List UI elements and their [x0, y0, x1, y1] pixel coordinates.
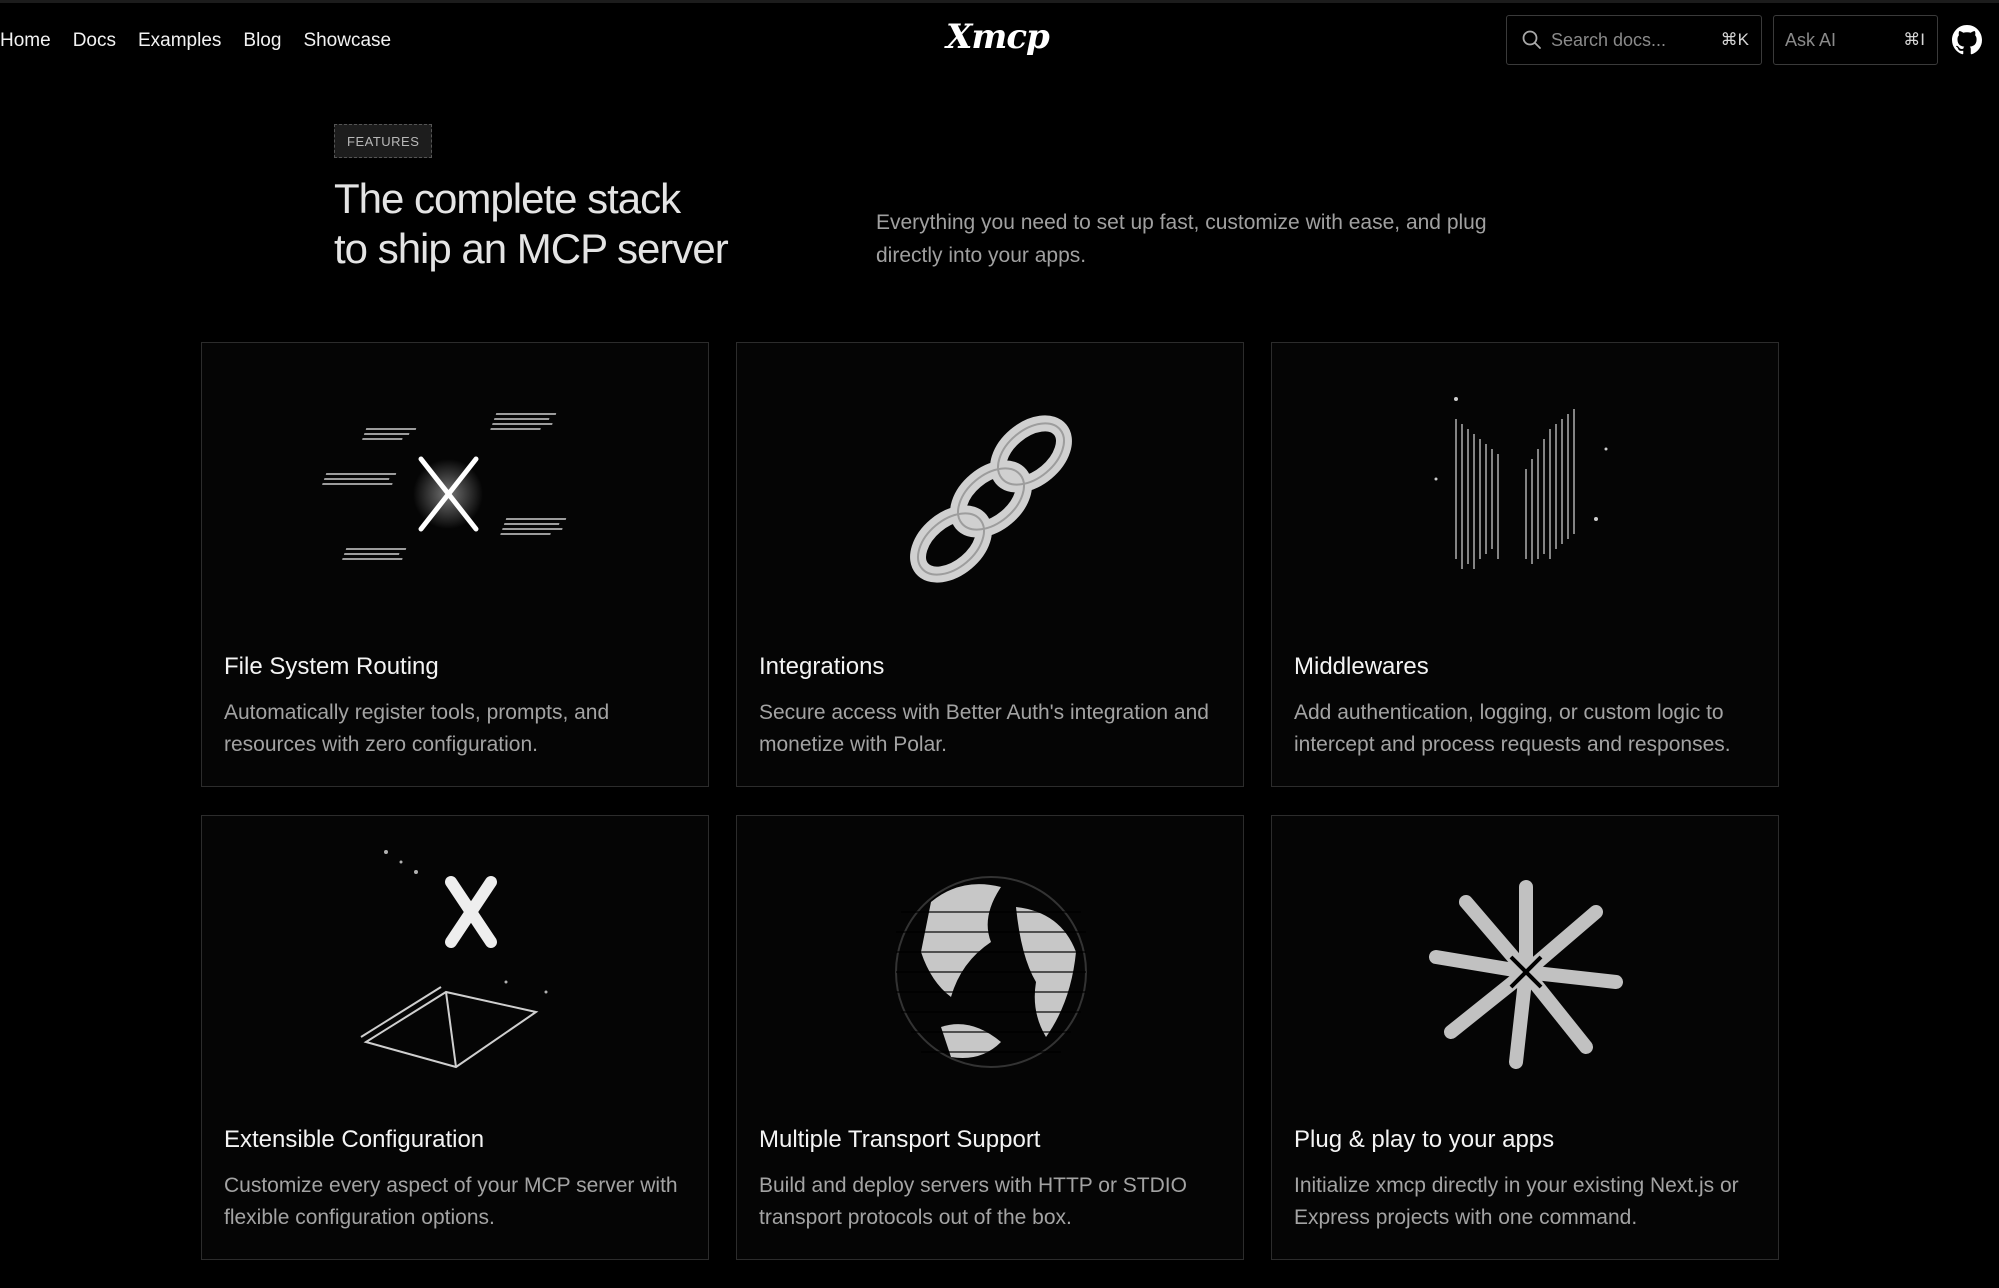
- github-icon[interactable]: [1952, 25, 1982, 55]
- chain-link-art: [910, 415, 1072, 583]
- nav-link-showcase[interactable]: Showcase: [303, 27, 391, 55]
- search-icon: [1522, 30, 1541, 49]
- feature-title: Integrations: [759, 653, 885, 680]
- starburst-art: [1429, 880, 1623, 1069]
- feature-card-multiple-transport-support[interactable]: Multiple Transport Support Build and dep…: [736, 815, 1244, 1260]
- ask-ai-shortcut: ⌘I: [1903, 30, 1925, 49]
- ask-ai-button[interactable]: Ask AI ⌘I: [1773, 15, 1938, 65]
- feature-description: Secure access with Better Auth's integra…: [759, 701, 1209, 756]
- ask-ai-label: Ask AI: [1785, 29, 1837, 50]
- feature-description: Add authentication, logging, or custom l…: [1294, 701, 1731, 756]
- feature-card-file-system-routing[interactable]: File System Routing Automatically regist…: [201, 342, 709, 787]
- nav-link-home[interactable]: Home: [0, 27, 51, 55]
- file-routing-art: [322, 413, 567, 560]
- site-logo[interactable]: Xmcp: [946, 17, 1050, 57]
- feature-title: File System Routing: [224, 653, 439, 680]
- nav-link-examples[interactable]: Examples: [138, 27, 221, 55]
- feature-title: Multiple Transport Support: [759, 1126, 1041, 1153]
- config-book-art: [360, 850, 548, 1069]
- features-badge: FEATURES: [334, 124, 433, 158]
- feature-card-integrations[interactable]: Integrations Secure access with Better A…: [736, 342, 1244, 787]
- top-navigation: Home Docs Examples Blog Showcase Xmcp Se…: [0, 0, 1999, 76]
- feature-description: Customize every aspect of your MCP serve…: [224, 1174, 678, 1229]
- nav-link-blog[interactable]: Blog: [243, 27, 281, 55]
- main-nav: Home Docs Examples Blog Showcase: [0, 27, 391, 55]
- feature-card-plug-and-play[interactable]: Plug & play to your apps Initialize xmcp…: [1271, 815, 1779, 1260]
- layers-art: [1434, 397, 1608, 569]
- feature-description: Initialize xmcp directly in your existin…: [1294, 1174, 1739, 1229]
- feature-card-middlewares[interactable]: Middlewares Add authentication, logging,…: [1271, 342, 1779, 787]
- search-input[interactable]: Search docs... ⌘K: [1506, 15, 1762, 65]
- globe-art: [895, 876, 1087, 1068]
- page-subtitle: Everything you need to set up fast, cust…: [876, 211, 1487, 267]
- feature-description: Build and deploy servers with HTTP or ST…: [759, 1174, 1187, 1229]
- feature-title: Plug & play to your apps: [1294, 1126, 1555, 1153]
- feature-card-extensible-configuration[interactable]: Extensible Configuration Customize every…: [201, 815, 709, 1260]
- feature-title: Middlewares: [1294, 653, 1429, 680]
- search-placeholder: Search docs...: [1551, 29, 1667, 50]
- search-shortcut: ⌘K: [1720, 30, 1749, 49]
- feature-description: Automatically register tools, prompts, a…: [224, 701, 610, 756]
- page-title-line-1: The complete stack: [334, 175, 681, 222]
- page-title: The complete stack to ship an MCP server: [334, 174, 854, 274]
- feature-title: Extensible Configuration: [224, 1126, 485, 1153]
- page-title-line-2: to ship an MCP server: [334, 225, 729, 272]
- nav-link-docs[interactable]: Docs: [73, 27, 116, 55]
